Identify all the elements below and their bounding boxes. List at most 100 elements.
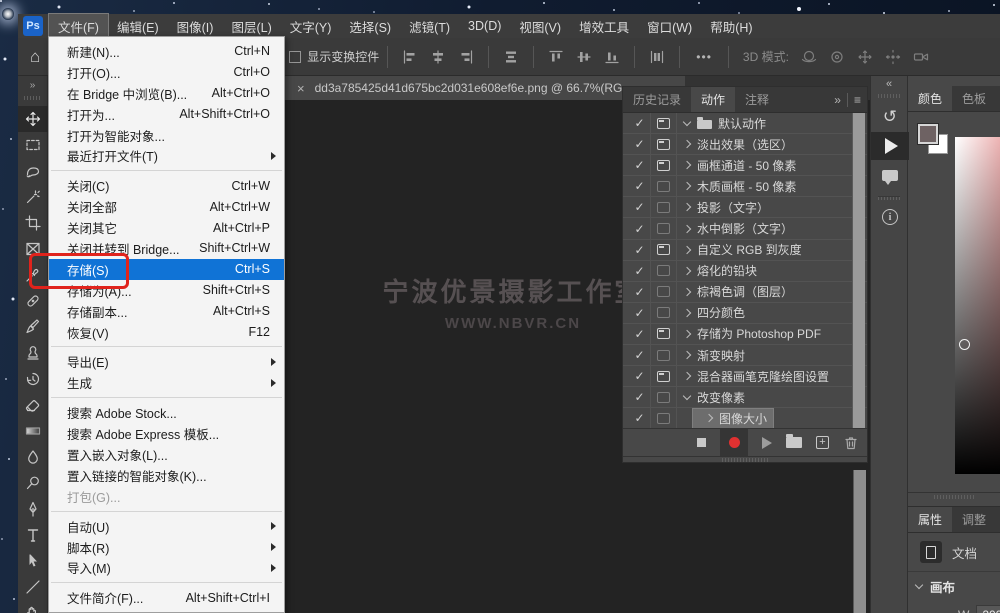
record-button[interactable] bbox=[720, 429, 748, 457]
menubar-item-图层(L)[interactable]: 图层(L) bbox=[222, 14, 280, 39]
healing-brush-tool[interactable] bbox=[18, 288, 48, 314]
action-enabled-check-icon[interactable]: ✓ bbox=[629, 324, 651, 344]
toolbar-grip[interactable] bbox=[24, 96, 41, 100]
action-row[interactable]: ✓画框通道 - 50 像素 bbox=[623, 155, 867, 176]
panel-collapse-icon[interactable]: » bbox=[834, 93, 841, 107]
crop-tool[interactable] bbox=[18, 210, 48, 236]
menubar-item-帮助(H)[interactable]: 帮助(H) bbox=[701, 14, 761, 39]
action-row[interactable]: ✓默认动作 bbox=[623, 113, 867, 134]
distribute-h-icon[interactable] bbox=[649, 49, 665, 65]
play-button[interactable] bbox=[762, 437, 772, 449]
panel-menu-icon[interactable]: ≡ bbox=[854, 93, 861, 107]
action-row[interactable]: ✓自定义 RGB 到灰度 bbox=[623, 240, 867, 261]
type-tool[interactable] bbox=[18, 522, 48, 548]
actions-tab-动作[interactable]: 动作 bbox=[691, 87, 735, 112]
file-menu-item-打开为智能对象...[interactable]: 打开为智能对象... bbox=[49, 125, 284, 146]
action-enabled-check-icon[interactable]: ✓ bbox=[629, 113, 651, 133]
menubar-item-滤镜(T)[interactable]: 滤镜(T) bbox=[400, 14, 459, 39]
action-row[interactable]: ✓四分颜色 bbox=[623, 303, 867, 324]
slide-3d-icon[interactable] bbox=[885, 49, 901, 65]
file-menu-item-导入(M)[interactable]: 导入(M) bbox=[49, 557, 284, 578]
more-options-icon[interactable]: ••• bbox=[696, 50, 712, 64]
file-menu-item-导出(E)[interactable]: 导出(E) bbox=[49, 351, 284, 372]
menubar-item-增效工具[interactable]: 增效工具 bbox=[570, 14, 638, 39]
camera-3d-icon[interactable] bbox=[913, 49, 929, 65]
history-brush-tool[interactable] bbox=[18, 366, 48, 392]
action-row[interactable]: ✓改变像素 bbox=[623, 387, 867, 408]
action-row[interactable]: ✓水中倒影（文字） bbox=[623, 218, 867, 239]
modal-control-cell[interactable] bbox=[651, 240, 677, 260]
home-icon[interactable]: ⌂ bbox=[30, 47, 40, 67]
action-enabled-check-icon[interactable]: ✓ bbox=[629, 218, 651, 238]
marquee-tool[interactable] bbox=[18, 132, 48, 158]
chevron-right-icon[interactable] bbox=[683, 266, 691, 274]
delete-button[interactable] bbox=[843, 435, 859, 451]
chevron-right-icon[interactable] bbox=[705, 414, 713, 422]
action-enabled-check-icon[interactable]: ✓ bbox=[629, 345, 651, 365]
chevron-down-icon[interactable] bbox=[683, 392, 691, 400]
modal-control-cell[interactable] bbox=[651, 324, 677, 344]
gradient-tool[interactable] bbox=[18, 418, 48, 444]
file-menu-item-打开(O)...[interactable]: 打开(O)...Ctrl+O bbox=[49, 62, 284, 83]
chevron-right-icon[interactable] bbox=[683, 245, 691, 253]
action-row[interactable]: ✓棕褐色调（图层） bbox=[623, 282, 867, 303]
modal-control-cell[interactable] bbox=[651, 345, 677, 365]
action-enabled-check-icon[interactable]: ✓ bbox=[629, 240, 651, 260]
canvas-section-header[interactable]: 画布 bbox=[916, 577, 955, 596]
path-select-tool[interactable] bbox=[18, 548, 48, 574]
orbit-3d-icon[interactable] bbox=[801, 49, 817, 65]
color-picker-field[interactable] bbox=[955, 137, 1000, 474]
file-menu-item-搜索 Adobe Stock...[interactable]: 搜索 Adobe Stock... bbox=[49, 402, 284, 423]
action-row[interactable]: ✓木质画框 - 50 像素 bbox=[623, 176, 867, 197]
chevron-right-icon[interactable] bbox=[683, 140, 691, 148]
modal-control-cell[interactable] bbox=[651, 366, 677, 386]
color-tab-颜色[interactable]: 颜色 bbox=[908, 86, 952, 111]
modal-control-cell[interactable] bbox=[651, 113, 677, 133]
action-row[interactable]: ✓存储为 Photoshop PDF bbox=[623, 324, 867, 345]
actions-tab-历史记录[interactable]: 历史记录 bbox=[623, 87, 691, 112]
dock-grip[interactable] bbox=[878, 94, 900, 98]
modal-control-cell[interactable] bbox=[651, 282, 677, 302]
panel-divider-grip[interactable] bbox=[908, 492, 1000, 499]
chevron-right-icon[interactable] bbox=[683, 309, 691, 317]
stop-button[interactable] bbox=[697, 438, 706, 447]
clone-stamp-tool[interactable] bbox=[18, 340, 48, 366]
chevron-right-icon[interactable] bbox=[683, 288, 691, 296]
line-tool[interactable] bbox=[18, 574, 48, 600]
brush-tool[interactable] bbox=[18, 314, 48, 340]
chevron-right-icon[interactable] bbox=[683, 351, 691, 359]
color-tab-渐变[interactable]: 渐变 bbox=[996, 86, 1000, 111]
file-menu-item-脚本(R)[interactable]: 脚本(R) bbox=[49, 537, 284, 558]
actions-resize-grip[interactable] bbox=[623, 456, 867, 462]
align-top-icon[interactable] bbox=[548, 49, 564, 65]
show-transform-checkbox[interactable] bbox=[289, 51, 301, 63]
modal-control-cell[interactable] bbox=[651, 155, 677, 175]
modal-control-cell[interactable] bbox=[651, 387, 677, 407]
action-enabled-check-icon[interactable]: ✓ bbox=[629, 197, 651, 217]
actions-tab-注释[interactable]: 注释 bbox=[735, 87, 779, 112]
action-enabled-check-icon[interactable]: ✓ bbox=[629, 387, 651, 407]
action-enabled-check-icon[interactable]: ✓ bbox=[629, 261, 651, 281]
action-row[interactable]: ✓投影（文字） bbox=[623, 197, 867, 218]
close-tab-icon[interactable]: × bbox=[297, 81, 305, 96]
action-enabled-check-icon[interactable]: ✓ bbox=[629, 155, 651, 175]
file-menu-item-打开为...[interactable]: 打开为...Alt+Shift+Ctrl+O bbox=[49, 104, 284, 125]
menubar-item-选择(S)[interactable]: 选择(S) bbox=[340, 14, 400, 39]
chevron-down-icon[interactable] bbox=[683, 117, 691, 125]
modal-control-cell[interactable] bbox=[651, 134, 677, 154]
modal-control-cell[interactable] bbox=[651, 176, 677, 196]
pan-3d-icon[interactable] bbox=[857, 49, 873, 65]
roll-3d-icon[interactable] bbox=[829, 49, 845, 65]
action-enabled-check-icon[interactable]: ✓ bbox=[629, 134, 651, 154]
file-menu-item-自动(U)[interactable]: 自动(U) bbox=[49, 516, 284, 537]
history-panel-icon[interactable]: ↺ bbox=[871, 102, 909, 132]
file-menu-item-置入嵌入对象(L)...[interactable]: 置入嵌入对象(L)... bbox=[49, 444, 284, 465]
foreground-color-swatch[interactable] bbox=[918, 124, 938, 144]
menubar-item-图像(I)[interactable]: 图像(I) bbox=[168, 14, 223, 39]
lasso-tool[interactable] bbox=[18, 158, 48, 184]
menubar-item-窗口(W)[interactable]: 窗口(W) bbox=[638, 14, 701, 39]
align-right-icon[interactable] bbox=[458, 49, 474, 65]
align-center-v-icon[interactable] bbox=[576, 49, 592, 65]
file-menu-item-恢复(V)[interactable]: 恢复(V)F12 bbox=[49, 322, 284, 343]
file-menu-item-新建(N)...[interactable]: 新建(N)...Ctrl+N bbox=[49, 41, 284, 62]
